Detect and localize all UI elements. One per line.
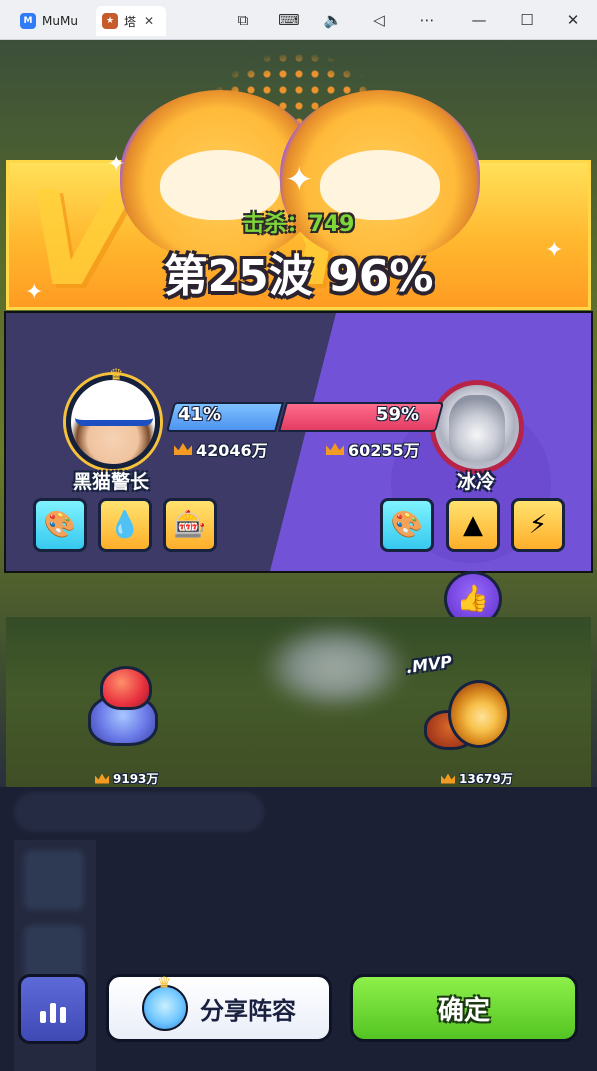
skill-elements-icon[interactable]: ⚡ [511, 498, 565, 552]
player-avatar-left[interactable] [66, 375, 160, 469]
player-name-left: 黑猫警长 [73, 471, 150, 493]
sparkle-star-icon: ✦ [285, 160, 314, 200]
skill-water-drop-icon[interactable]: 💧 [98, 498, 152, 552]
power-value: 42046万 [196, 441, 268, 460]
volume-icon[interactable]: 🔈 [320, 8, 346, 32]
power-crown-icon [441, 773, 455, 784]
stats-button[interactable] [18, 974, 88, 1044]
damage-share-bar-right [277, 402, 445, 432]
unit-power-value: 13679万 [459, 772, 513, 786]
minimize-icon[interactable]: — [466, 8, 492, 32]
dimmed-card [24, 850, 84, 910]
tab-label: MuMu [42, 14, 78, 28]
damage-percent-right: 59% [376, 404, 420, 425]
close-icon[interactable]: ✕ [560, 8, 586, 32]
tab-mumu[interactable]: M MuMu [14, 6, 86, 36]
damage-percent-left: 41% [178, 404, 222, 425]
power-crown-icon [326, 443, 344, 455]
share-lineup-button[interactable]: 分享阵容 [106, 973, 332, 1042]
confirm-label: 确定 [437, 995, 490, 1026]
keyboard-icon[interactable]: ⌨ [276, 8, 302, 32]
power-crown-icon [95, 773, 109, 784]
tab-label: 塔 [124, 14, 137, 29]
unit-crab-left [70, 664, 170, 756]
skill-palette-icon[interactable]: 🎨 [33, 498, 87, 552]
wave-progress: 第25波 96% [163, 251, 434, 302]
crown-icon: ♛ [109, 365, 124, 384]
mascot-crown-icon [142, 973, 188, 1031]
window-titlebar: M MuMu ★ 塔 ✕ ⧉ ⌨ 🔈 ◁ ⋯ — ☐ ✕ [0, 0, 597, 40]
power-crown-icon [174, 443, 192, 455]
unit-power-left: 9193万 [95, 770, 158, 787]
battlefield-blur [260, 622, 410, 712]
thumbs-up-icon: 👍 [456, 584, 490, 614]
back-icon[interactable]: ◁ [366, 8, 392, 32]
game-app-icon: ★ [102, 13, 118, 29]
unit-power-right: 13679万 [441, 770, 513, 787]
confirm-button[interactable]: 确定 [350, 974, 578, 1042]
more-icon[interactable]: ⋯ [414, 8, 440, 32]
maximize-icon[interactable]: ☐ [514, 8, 540, 32]
skill-palette-icon[interactable]: 🎨 [380, 498, 434, 552]
skill-rank-up-icon[interactable]: ▲ [446, 498, 500, 552]
skill-slot-machine-icon[interactable]: 🎰 [163, 498, 217, 552]
sparkle-star-icon: ✦ [107, 152, 126, 177]
power-value: 60255万 [348, 441, 420, 460]
tab-game[interactable]: ★ 塔 ✕ [96, 6, 166, 36]
screenshot-icon[interactable]: ⧉ [230, 8, 256, 32]
tab-close-icon[interactable]: ✕ [144, 14, 154, 28]
dimmed-status-row [14, 792, 264, 832]
bar-chart-icon [40, 1003, 66, 1023]
kill-count: 击杀：749 [242, 212, 355, 237]
power-right: 60255万 [326, 437, 420, 461]
share-lineup-label: 分享阵容 [200, 996, 296, 1025]
unit-snail-right [418, 660, 518, 760]
player-avatar-right[interactable] [430, 380, 524, 474]
player-name-right: 冰冷 [457, 471, 496, 493]
power-left: 42046万 [174, 437, 268, 461]
unit-power-value: 9193万 [113, 772, 159, 786]
mumu-app-icon: M [20, 13, 36, 29]
